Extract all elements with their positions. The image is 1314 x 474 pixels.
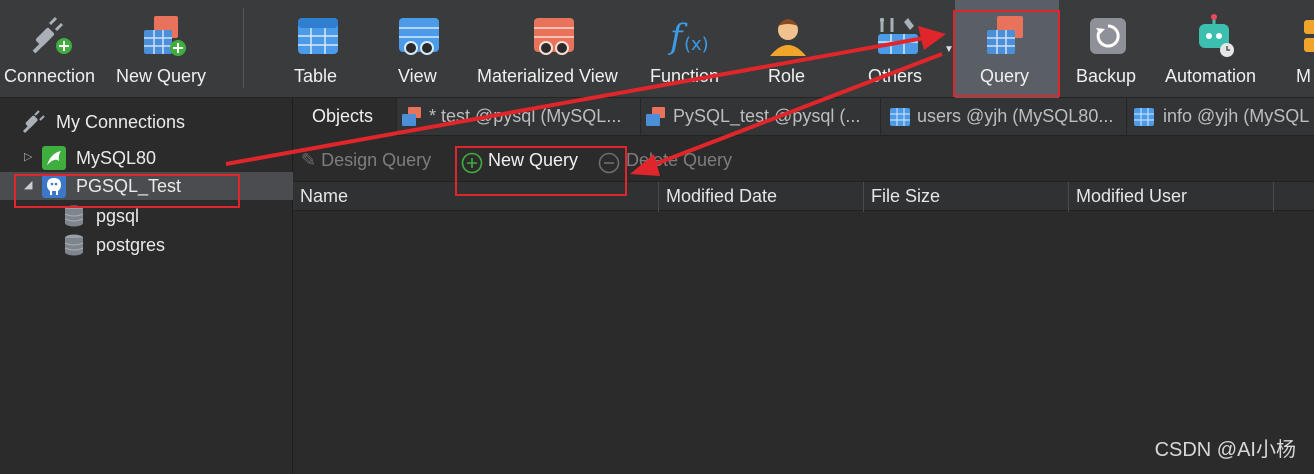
- tab-bar: Objects * test @pysql (MySQL... PySQL_te…: [293, 98, 1314, 136]
- new-query-toolbar-button[interactable]: New Query: [112, 0, 220, 98]
- automation-label: Automation: [1165, 66, 1257, 86]
- watermark-text: CSDN @AI小杨: [1154, 439, 1296, 461]
- mysql80-label: MySQL80: [76, 148, 157, 168]
- column-modified-date[interactable]: Modified Date: [659, 182, 864, 212]
- tab-users-table[interactable]: users @yjh (MySQL80...: [885, 98, 1127, 136]
- function-button[interactable]: f (x) Function: [648, 0, 728, 98]
- object-toolbar: ✎ Design Query New Query Delete Query: [293, 146, 1314, 180]
- column-modified-user[interactable]: Modified User: [1069, 182, 1274, 212]
- others-icon: [878, 18, 918, 54]
- design-query-label: Design Query: [321, 150, 432, 170]
- role-label: Role: [768, 66, 806, 86]
- function-label: Function: [650, 66, 720, 86]
- tab-objects-label: Objects: [312, 106, 374, 126]
- column-file-size[interactable]: File Size: [864, 182, 1069, 212]
- pgsql-db-label: pgsql: [96, 206, 140, 226]
- design-query-button[interactable]: ✎ Design Query: [301, 150, 431, 171]
- more-toolbar-label: M: [1296, 66, 1311, 86]
- column-file-size-label: File Size: [871, 186, 941, 206]
- more-toolbar-button[interactable]: M: [1292, 0, 1314, 98]
- my-connections-label: My Connections: [56, 112, 186, 132]
- tab-users-label: users @yjh (MySQL80...: [917, 106, 1114, 126]
- tab-pysql-test-query[interactable]: PySQL_test @pysql (...: [641, 98, 881, 136]
- automation-button[interactable]: Automation: [1162, 0, 1272, 98]
- database-icon: [64, 234, 84, 256]
- connection-label: Connection: [4, 66, 96, 86]
- backup-icon: [1090, 18, 1126, 54]
- table-label: Table: [294, 66, 338, 86]
- annotation-box-pgsql-test: [14, 174, 240, 208]
- tab-test-query[interactable]: * test @pysql (MySQL...: [397, 98, 641, 136]
- query-tab-icon: [646, 107, 665, 126]
- query-tab-icon: [402, 107, 421, 126]
- expand-arrow-icon[interactable]: ▷: [24, 150, 32, 163]
- model-icon: [1304, 20, 1314, 52]
- table-button[interactable]: Table: [280, 0, 356, 98]
- new-query-icon: [144, 16, 186, 56]
- database-postgres[interactable]: postgres: [0, 231, 293, 259]
- table-icon: [298, 18, 338, 54]
- materialized-view-button[interactable]: Materialized View: [474, 0, 634, 98]
- plug-icon: [22, 110, 45, 134]
- materialized-view-icon: [534, 18, 574, 55]
- connection-button[interactable]: Connection: [0, 0, 108, 98]
- backup-button[interactable]: Backup: [1072, 0, 1144, 98]
- pencil-icon: ✎: [301, 150, 317, 170]
- table-tab-icon: [890, 108, 910, 126]
- new-query-toolbar-label: New Query: [116, 66, 207, 86]
- table-tab-icon: [1134, 108, 1154, 126]
- tab-objects[interactable]: Objects: [293, 98, 397, 136]
- main-toolbar: Connection New Query Table View Material…: [0, 0, 1314, 98]
- others-label: Others: [868, 66, 923, 86]
- tab-pysql-test-label: PySQL_test @pysql (...: [673, 106, 861, 126]
- tab-info-table[interactable]: info @yjh (MySQL: [1129, 98, 1314, 136]
- role-icon: [770, 19, 806, 56]
- tab-info-label: info @yjh (MySQL: [1163, 106, 1310, 126]
- postgres-db-label: postgres: [96, 235, 166, 255]
- view-icon: [399, 18, 439, 55]
- delete-query-label: Delete Query: [626, 150, 733, 170]
- function-icon: f (x): [667, 17, 709, 57]
- others-button[interactable]: Others ▼: [862, 0, 954, 98]
- view-button[interactable]: View: [386, 0, 452, 98]
- plug-icon: [32, 16, 72, 54]
- column-modified-user-label: Modified User: [1076, 186, 1188, 206]
- column-name-label: Name: [300, 186, 349, 206]
- svg-text:(x): (x): [684, 34, 709, 55]
- role-button[interactable]: Role: [756, 0, 820, 98]
- view-label: View: [398, 66, 437, 86]
- tab-test-label: * test @pysql (MySQL...: [429, 106, 622, 126]
- mysql-icon: [42, 146, 66, 170]
- toolbar-divider: [243, 8, 244, 88]
- navicat-window: Connection New Query Table View Material…: [0, 0, 1314, 474]
- materialized-view-label: Materialized View: [477, 66, 618, 86]
- connection-mysql80[interactable]: ▷ MySQL80: [0, 144, 293, 172]
- objects-list-header: Name Modified Date File Size Modified Us…: [293, 181, 1314, 212]
- my-connections-root[interactable]: My Connections: [0, 108, 293, 136]
- connections-sidebar: My Connections ▷ MySQL80 ◢ PGSQL_Test pg…: [0, 98, 293, 474]
- annotation-box-query: [953, 10, 1060, 97]
- column-modified-date-label: Modified Date: [666, 186, 778, 206]
- backup-label: Backup: [1076, 66, 1137, 86]
- automation-icon: [1199, 14, 1234, 57]
- annotation-box-new-query: [455, 146, 627, 196]
